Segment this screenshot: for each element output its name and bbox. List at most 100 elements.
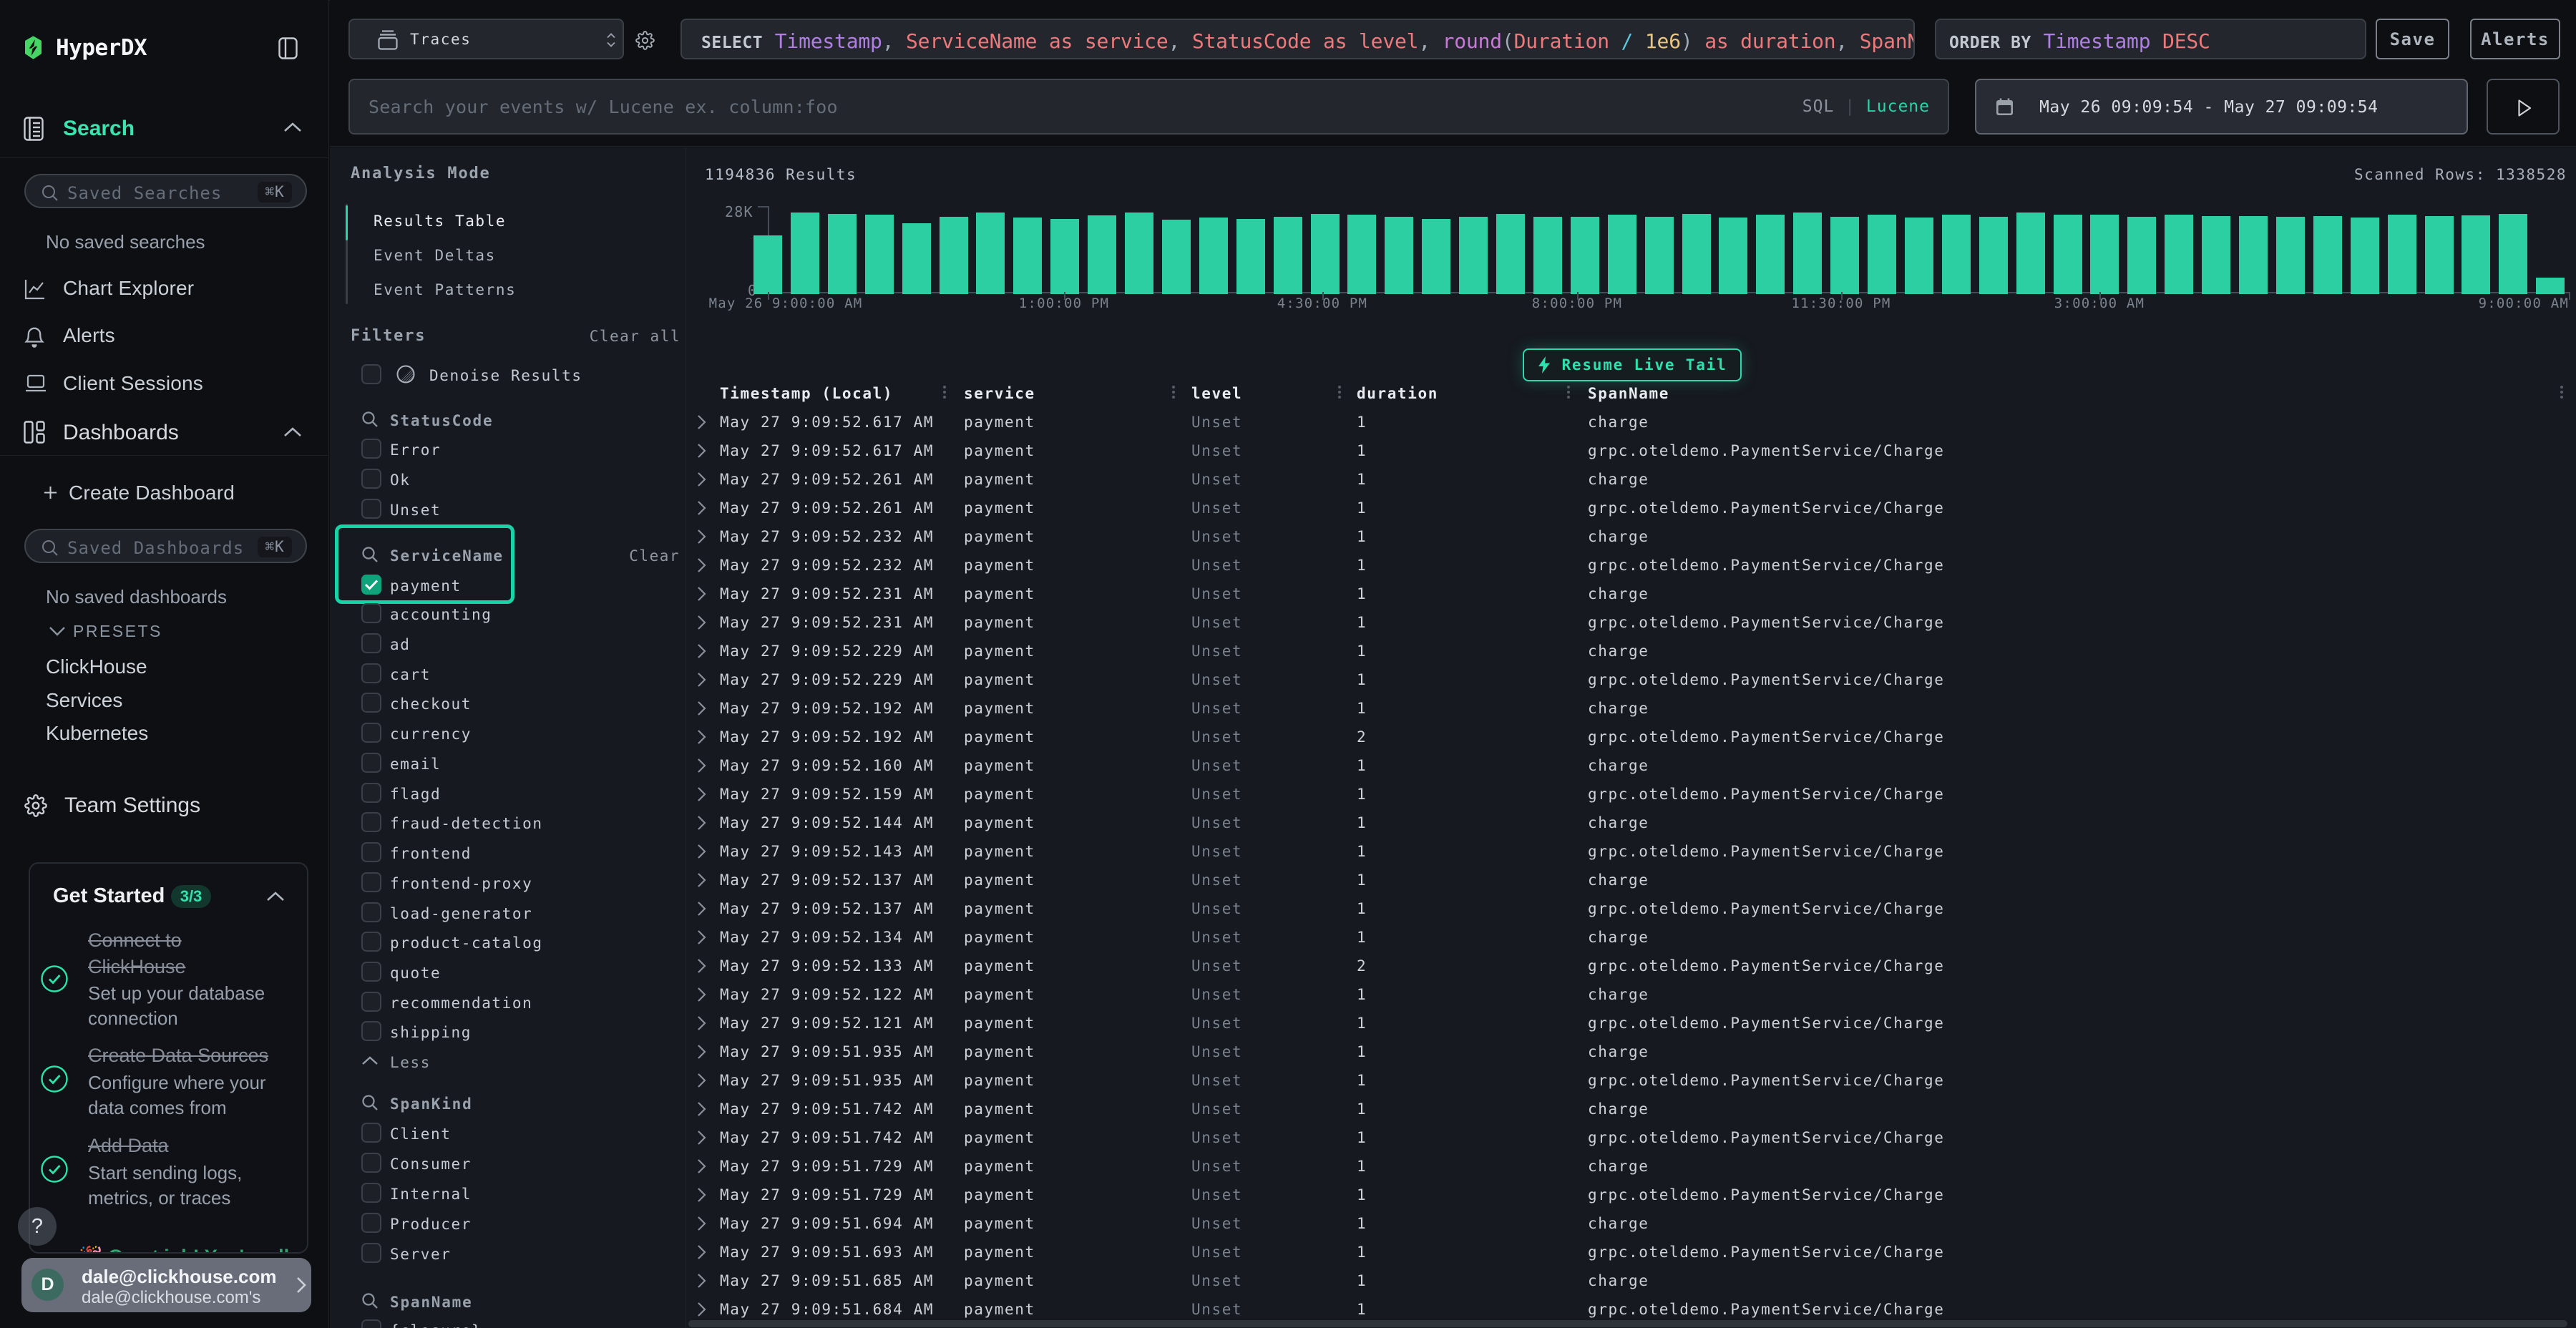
row-expand-chevron-icon[interactable]: [697, 1244, 706, 1260]
presets-header[interactable]: PRESETS: [73, 622, 162, 641]
filter-option-cart[interactable]: cart: [330, 658, 686, 688]
dashboards-collapse-chevron-icon[interactable]: [283, 426, 302, 438]
filter-option-ad[interactable]: ad: [330, 628, 686, 658]
filter-checkbox[interactable]: [361, 1243, 381, 1263]
column-header-spanname[interactable]: SpanName: [1588, 385, 1669, 402]
sidebar-item-team-settings[interactable]: Team Settings: [64, 794, 200, 818]
search-collapse-chevron-icon[interactable]: [283, 122, 302, 133]
filter-checkbox[interactable]: [361, 842, 381, 862]
filter-option-producer[interactable]: Producer: [330, 1208, 686, 1238]
table-row[interactable]: May 27 9:09:52.232 AMpaymentUnset1grpc.o…: [686, 551, 2576, 580]
sidebar-item-alerts[interactable]: Alerts: [0, 313, 328, 360]
source-select[interactable]: Traces: [348, 19, 624, 59]
get-started-collapse-chevron-icon[interactable]: [266, 891, 285, 902]
filter-checkbox[interactable]: [361, 992, 381, 1012]
table-row[interactable]: May 27 9:09:51.742 AMpaymentUnset1charge: [686, 1095, 2576, 1123]
horizontal-scrollbar-thumb[interactable]: [688, 1320, 2567, 1327]
row-expand-chevron-icon[interactable]: [697, 758, 706, 773]
get-started-task-title[interactable]: Add Data: [88, 1133, 283, 1159]
filter-option-frauddetection[interactable]: fraud-detection: [330, 807, 686, 837]
row-expand-chevron-icon[interactable]: [697, 815, 706, 831]
user-menu[interactable]: D dale@clickhouse.com dale@clickhouse.co…: [21, 1258, 311, 1312]
row-expand-chevron-icon[interactable]: [697, 472, 706, 487]
sidebar-item-search[interactable]: Search: [63, 117, 135, 141]
table-row[interactable]: May 27 9:09:51.729 AMpaymentUnset1grpc.o…: [686, 1181, 2576, 1209]
table-row[interactable]: May 27 9:09:52.144 AMpaymentUnset1charge: [686, 809, 2576, 837]
table-row[interactable]: May 27 9:09:52.122 AMpaymentUnset1charge: [686, 980, 2576, 1009]
table-row[interactable]: May 27 9:09:52.137 AMpaymentUnset1charge: [686, 866, 2576, 894]
table-row[interactable]: May 27 9:09:51.935 AMpaymentUnset1charge: [686, 1038, 2576, 1066]
column-resize-dots-icon[interactable]: [943, 384, 946, 401]
filter-checkbox[interactable]: [361, 1319, 381, 1328]
saved-dashboards-input[interactable]: Saved Dashboards ⌘K: [24, 529, 307, 563]
row-expand-chevron-icon[interactable]: [697, 844, 706, 859]
table-settings-dots-icon[interactable]: [2560, 384, 2563, 401]
filter-option-internal[interactable]: Internal: [330, 1178, 686, 1208]
sql-select-editor[interactable]: SELECT Timestamp, ServiceName as service…: [680, 19, 1915, 59]
filter-checkbox[interactable]: [361, 902, 381, 922]
filter-option-frontendproxy[interactable]: frontend-proxy: [330, 867, 686, 897]
row-expand-chevron-icon[interactable]: [697, 1130, 706, 1146]
denoise-checkbox[interactable]: [361, 364, 381, 384]
filter-option-accounting[interactable]: accounting: [330, 598, 686, 628]
row-expand-chevron-icon[interactable]: [697, 1158, 706, 1174]
filter-checkbox[interactable]: [361, 469, 381, 489]
filter-option-client[interactable]: Client: [330, 1118, 686, 1148]
filter-option-payment[interactable]: payment: [330, 570, 686, 600]
get-started-task-title[interactable]: Connect to ClickHouse: [88, 927, 283, 980]
table-row[interactable]: May 27 9:09:52.121 AMpaymentUnset1grpc.o…: [686, 1009, 2576, 1038]
filter-option-shipping[interactable]: shipping: [330, 1016, 686, 1046]
filter-checkbox[interactable]: [361, 932, 381, 952]
table-row[interactable]: May 27 9:09:51.693 AMpaymentUnset1grpc.o…: [686, 1238, 2576, 1266]
filter-checkbox[interactable]: [361, 633, 381, 653]
filter-option-productcatalog[interactable]: product-catalog: [330, 927, 686, 957]
table-row[interactable]: May 27 9:09:52.133 AMpaymentUnset2grpc.o…: [686, 952, 2576, 980]
filter-option-frontend[interactable]: frontend: [330, 837, 686, 867]
help-button[interactable]: ?: [18, 1207, 57, 1246]
table-row[interactable]: May 27 9:09:51.694 AMpaymentUnset1charge: [686, 1209, 2576, 1238]
filter-checkbox[interactable]: [361, 499, 381, 519]
analysis-mode-results-table[interactable]: Results Table: [374, 213, 506, 230]
table-row[interactable]: May 27 9:09:52.229 AMpaymentUnset1charge: [686, 637, 2576, 665]
column-header-duration[interactable]: duration: [1357, 385, 1438, 402]
resume-live-tail-button[interactable]: Resume Live Tail: [1523, 348, 1742, 381]
sidebar-collapse-icon[interactable]: [278, 37, 298, 59]
row-expand-chevron-icon[interactable]: [697, 1273, 706, 1289]
table-row[interactable]: May 27 9:09:52.192 AMpaymentUnset1charge: [686, 694, 2576, 723]
row-expand-chevron-icon[interactable]: [697, 1015, 706, 1031]
table-row[interactable]: May 27 9:09:51.935 AMpaymentUnset1grpc.o…: [686, 1066, 2576, 1095]
row-expand-chevron-icon[interactable]: [697, 643, 706, 659]
row-expand-chevron-icon[interactable]: [697, 1044, 706, 1060]
filter-option-currency[interactable]: currency: [330, 718, 686, 748]
filter-checkbox[interactable]: [361, 1153, 381, 1173]
save-button[interactable]: Save: [2376, 19, 2449, 59]
row-expand-chevron-icon[interactable]: [697, 615, 706, 630]
filter-checkbox[interactable]: [361, 1213, 381, 1233]
table-row[interactable]: May 27 9:09:52.143 AMpaymentUnset1grpc.o…: [686, 837, 2576, 866]
column-header-level[interactable]: level: [1191, 385, 1242, 402]
row-expand-chevron-icon[interactable]: [697, 500, 706, 516]
column-resize-dots-icon[interactable]: [1338, 384, 1341, 401]
filter-checkbox[interactable]: [361, 753, 381, 773]
denoise-label[interactable]: Denoise Results: [429, 367, 582, 384]
row-expand-chevron-icon[interactable]: [697, 987, 706, 1002]
filter-checkbox[interactable]: [361, 603, 381, 623]
table-row[interactable]: May 27 9:09:52.192 AMpaymentUnset2grpc.o…: [686, 723, 2576, 751]
analysis-mode-event-patterns[interactable]: Event Patterns: [374, 281, 516, 298]
filter-option-closure[interactable]: {closure}: [330, 1314, 686, 1328]
show-less-button[interactable]: Less: [330, 1046, 686, 1076]
get-started-task-title[interactable]: Create Data Sources: [88, 1043, 283, 1069]
table-row[interactable]: May 27 9:09:52.617 AMpaymentUnset1charge: [686, 408, 2576, 436]
row-expand-chevron-icon[interactable]: [697, 529, 706, 545]
filter-option-recommendation[interactable]: recommendation: [330, 987, 686, 1017]
row-expand-chevron-icon[interactable]: [697, 929, 706, 945]
column-resize-dots-icon[interactable]: [1172, 384, 1175, 401]
lucene-search-input[interactable]: Search your events w/ Lucene ex. column:…: [348, 79, 1949, 135]
filter-checkbox[interactable]: [361, 812, 381, 832]
row-expand-chevron-icon[interactable]: [697, 700, 706, 716]
table-row[interactable]: May 27 9:09:52.159 AMpaymentUnset1grpc.o…: [686, 780, 2576, 809]
filter-option-quote[interactable]: quote: [330, 957, 686, 987]
filter-checkbox[interactable]: [361, 1183, 381, 1203]
filter-checkbox[interactable]: [361, 962, 381, 982]
filter-option-consumer[interactable]: Consumer: [330, 1148, 686, 1178]
